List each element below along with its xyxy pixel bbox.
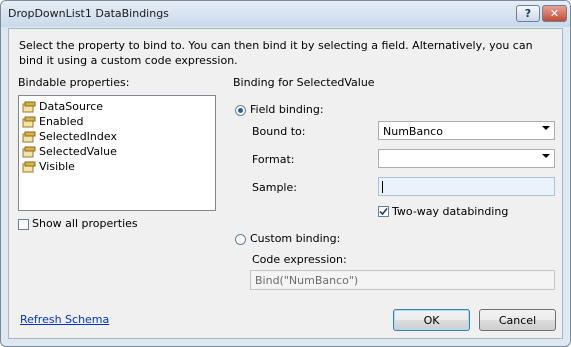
list-item[interactable]: SelectedIndex — [22, 129, 117, 144]
property-icon — [22, 146, 36, 158]
format-label: Format: — [252, 153, 295, 166]
field-binding-radio[interactable] — [235, 105, 246, 116]
field-binding-label[interactable]: Field binding: — [250, 103, 324, 116]
code-expression-value: Bind("NumBanco") — [255, 274, 359, 287]
list-item-label: SelectedIndex — [39, 130, 117, 143]
list-item[interactable]: DataSource — [22, 99, 103, 114]
two-way-databinding-checkbox[interactable] — [378, 206, 389, 217]
window-title: DropDownList1 DataBindings — [8, 7, 169, 20]
sample-label: Sample: — [252, 181, 297, 194]
close-button[interactable]: ✕ — [542, 5, 567, 22]
ok-button[interactable]: OK — [393, 309, 470, 331]
list-item[interactable]: Enabled — [22, 114, 83, 129]
dialog-client: Select the property to bind to. You can … — [8, 28, 563, 339]
sample-field[interactable] — [378, 177, 555, 196]
property-icon — [22, 101, 36, 113]
code-expression-label: Code expression: — [252, 253, 347, 266]
bound-to-value: NumBanco — [383, 125, 443, 138]
cancel-button[interactable]: Cancel — [479, 309, 556, 331]
title-bar[interactable]: DropDownList1 DataBindings ? ✕ — [1, 1, 570, 27]
properties-listbox[interactable]: DataSource Enabled SelectedIndex Selecte… — [18, 95, 216, 211]
property-icon — [22, 161, 36, 173]
bound-to-label: Bound to: — [252, 125, 306, 138]
list-item-label: DataSource — [39, 100, 104, 113]
list-item-label: Visible — [39, 160, 75, 173]
close-icon: ✕ — [549, 7, 560, 20]
chevron-down-icon — [542, 126, 550, 130]
dialog-window: DropDownList1 DataBindings ? ✕ Select th… — [0, 0, 571, 347]
chevron-down-icon — [542, 154, 550, 158]
refresh-schema-link[interactable]: Refresh Schema — [20, 313, 109, 326]
help-icon: ? — [524, 7, 532, 20]
custom-binding-radio[interactable] — [235, 234, 246, 245]
property-icon — [22, 116, 36, 128]
list-item[interactable]: Visible — [22, 159, 75, 174]
binding-heading: Binding for SelectedValue — [233, 76, 375, 89]
show-all-properties-checkbox[interactable] — [18, 219, 29, 230]
custom-binding-label[interactable]: Custom binding: — [250, 232, 340, 245]
format-dropdown[interactable] — [378, 149, 555, 168]
property-icon — [22, 131, 36, 143]
checkmark-icon — [379, 207, 388, 216]
bindable-properties-heading: Bindable properties: — [18, 76, 130, 89]
code-expression-field[interactable]: Bind("NumBanco") — [250, 270, 555, 290]
list-item-label: Enabled — [39, 115, 84, 128]
help-button[interactable]: ? — [516, 5, 540, 22]
bound-to-dropdown[interactable]: NumBanco — [378, 121, 555, 140]
list-item-selected[interactable]: SelectedValue — [22, 144, 117, 159]
show-all-properties-label[interactable]: Show all properties — [32, 217, 138, 230]
description-text: Select the property to bind to. You can … — [19, 39, 533, 67]
two-way-databinding-label[interactable]: Two-way databinding — [392, 205, 508, 218]
text-caret — [382, 181, 383, 193]
list-item-label: SelectedValue — [39, 145, 117, 158]
